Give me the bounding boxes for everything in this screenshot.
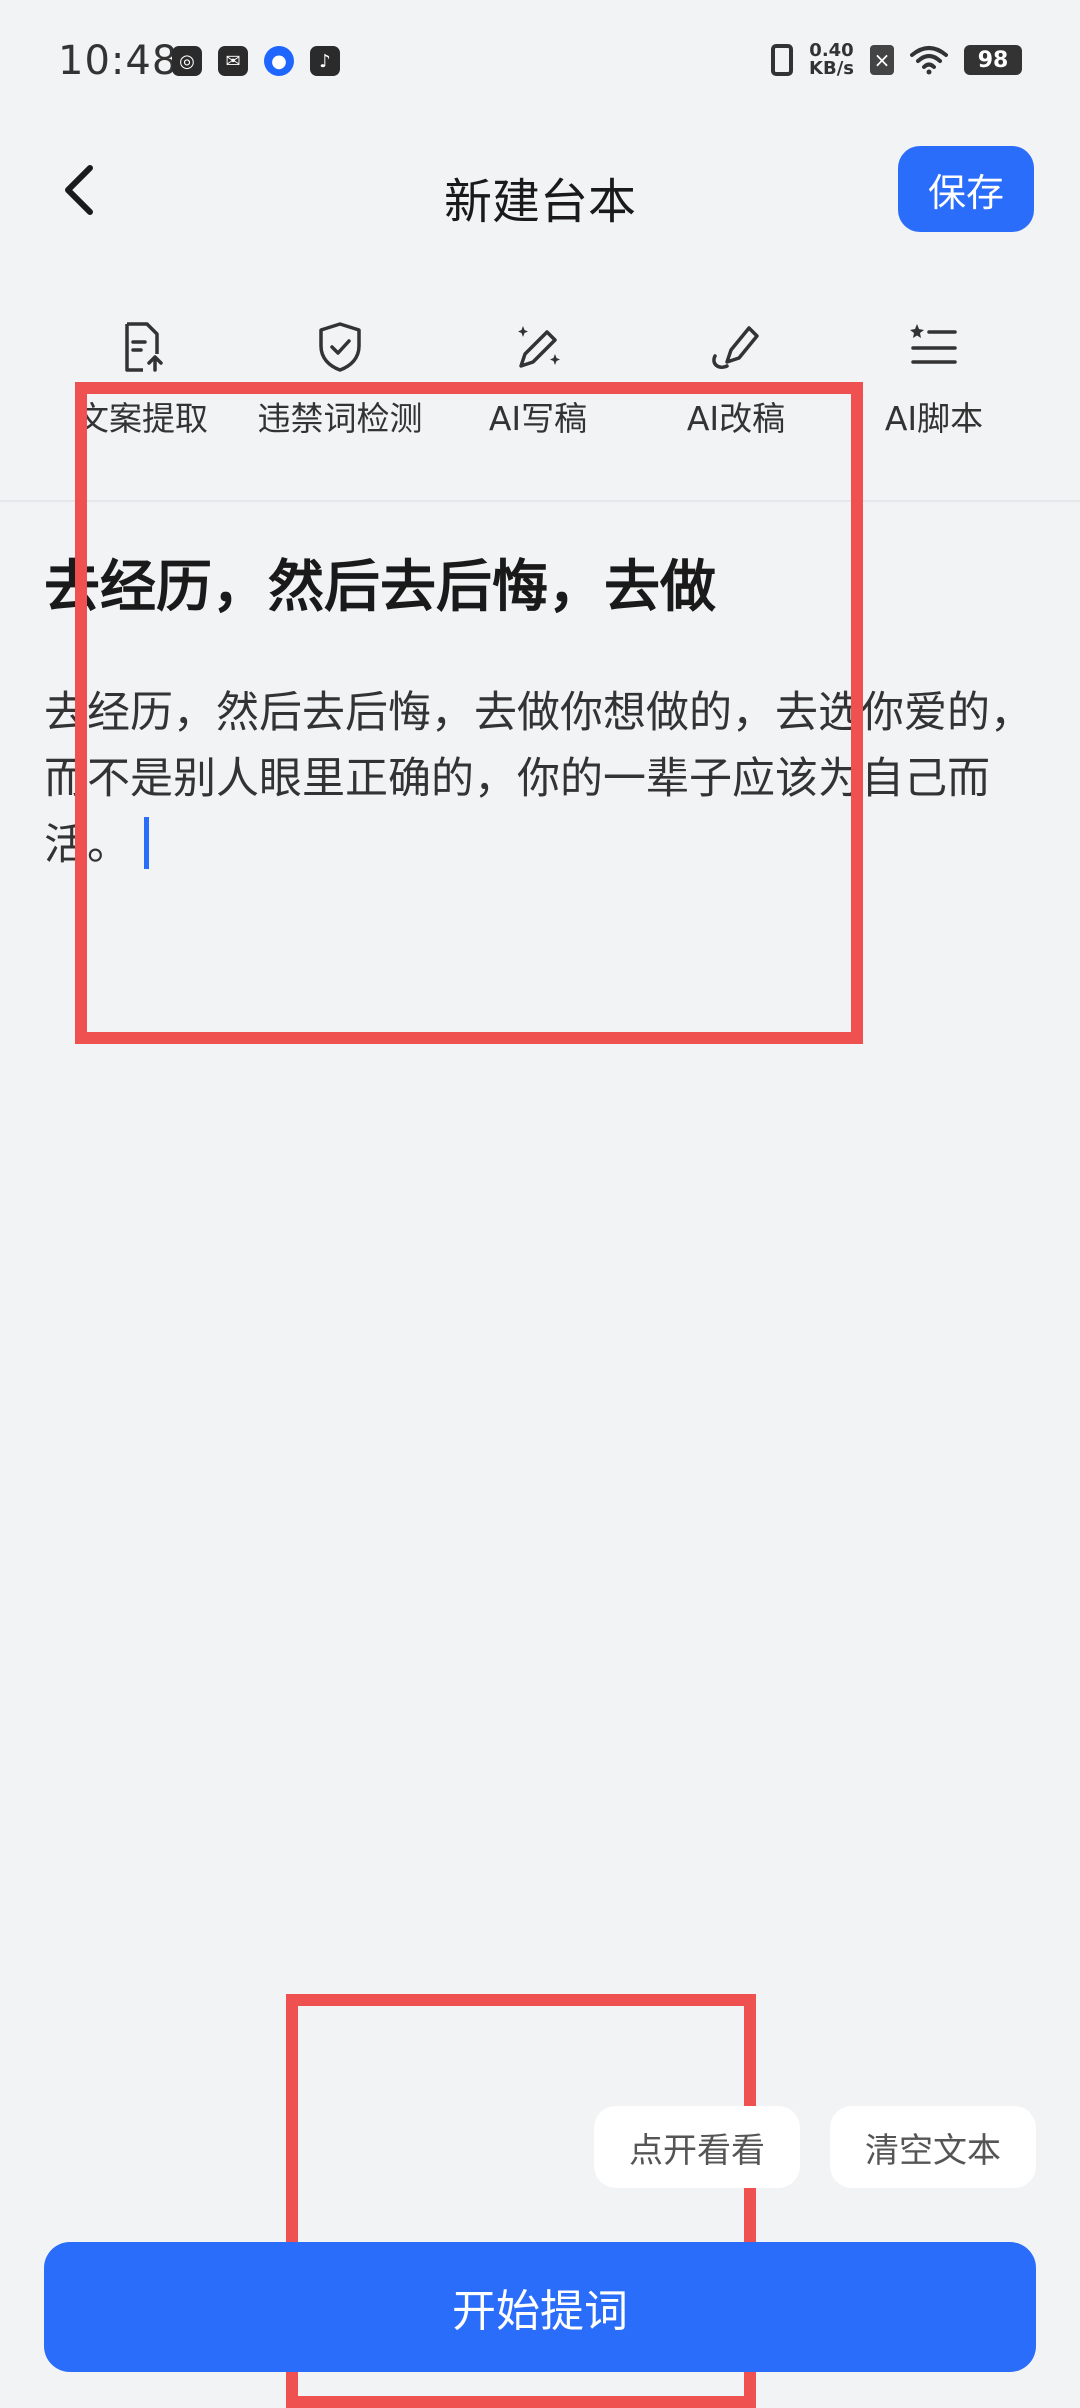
- tiktok-app-icon: ♪: [310, 46, 340, 76]
- text-cursor: [144, 817, 149, 869]
- toolbar: 文案提取 违禁词检测 AI写稿 AI改稿 AI脚本: [0, 320, 1080, 450]
- sim-icon: ×: [870, 45, 894, 75]
- tool-label: AI写稿: [488, 399, 588, 438]
- wifi-icon: [910, 46, 948, 75]
- tool-label: AI脚本: [884, 399, 984, 438]
- clear-text-button[interactable]: 清空文本: [830, 2106, 1036, 2188]
- start-teleprompter-button[interactable]: 开始提词: [44, 2242, 1036, 2372]
- shield-check-icon: [319, 322, 361, 372]
- vibrate-icon: [771, 44, 794, 76]
- status-indicators: 0.40 KB/s × 98: [771, 42, 1022, 78]
- new-script-page: 10:48 ◎ ✉ ● ♪ 0.40 KB/s × 98 新建台本 保存 文案提…: [0, 0, 1080, 2408]
- tool-ai-write[interactable]: AI写稿: [438, 320, 638, 440]
- tool-ai-revise[interactable]: AI改稿: [636, 320, 836, 440]
- network-speed-unit: KB/s: [809, 58, 854, 79]
- status-time: 10:48: [58, 38, 179, 84]
- mail-app-icon: ✉: [218, 46, 248, 76]
- browser-app-icon: ●: [264, 46, 294, 76]
- ring-app-icon: ◎: [172, 46, 202, 76]
- tool-copy-extract[interactable]: 文案提取: [42, 320, 242, 440]
- pen-edit-icon: [712, 326, 759, 369]
- tool-banned-word-check[interactable]: 违禁词检测: [240, 320, 440, 440]
- tool-label: 违禁词检测: [257, 399, 423, 438]
- battery-icon: 98: [964, 45, 1022, 75]
- toolbar-divider: [0, 500, 1080, 502]
- document-upload-icon: [125, 322, 163, 372]
- network-speed: 0.40 KB/s: [809, 42, 854, 78]
- script-body-editor[interactable]: 去经历，然后去后悔，去做你想做的，去选你爱的，而不是别人眼里正确的，你的一辈子应…: [44, 680, 1044, 878]
- save-button[interactable]: 保存: [898, 146, 1034, 232]
- tool-ai-script[interactable]: AI脚本: [834, 320, 1034, 440]
- status-bar: 10:48 ◎ ✉ ● ♪ 0.40 KB/s × 98: [0, 0, 1080, 120]
- status-app-icons: ◎ ✉ ● ♪: [172, 46, 340, 76]
- preview-button[interactable]: 点开看看: [594, 2106, 800, 2188]
- tool-label: AI改稿: [686, 399, 786, 438]
- star-list-icon: [910, 324, 957, 364]
- header: 新建台本 保存: [0, 140, 1080, 240]
- script-title-input[interactable]: 去经历，然后去后悔，去做: [44, 542, 716, 623]
- script-body-text: 去经历，然后去后悔，去做你想做的，去选你爱的，而不是别人眼里正确的，你的一辈子应…: [44, 688, 1033, 870]
- magic-pen-icon: [518, 326, 560, 368]
- tool-label: 文案提取: [76, 399, 208, 438]
